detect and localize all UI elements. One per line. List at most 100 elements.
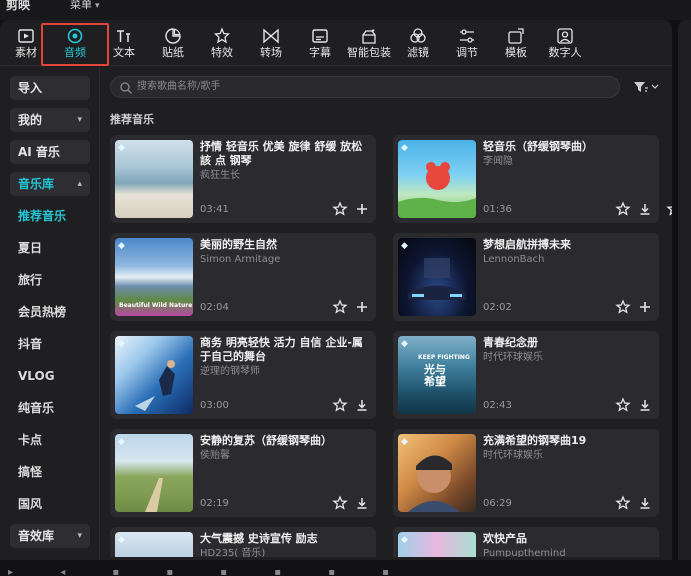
sort-filter-button[interactable] — [632, 78, 660, 96]
cover-image: ◆ — [115, 532, 193, 557]
tab-template[interactable]: 模板 — [494, 24, 538, 64]
song-duration: 02:04 — [200, 302, 229, 313]
tab-label: 特效 — [211, 46, 233, 59]
highlight-frame — [41, 23, 109, 66]
song-artist: LennonBach — [483, 254, 545, 265]
download-icon — [640, 400, 650, 411]
sidebar-item-travel[interactable]: 旅行 — [18, 272, 42, 288]
tab-effects[interactable]: 特效 — [200, 24, 244, 64]
ai-music-label: AI 音乐 — [18, 145, 60, 159]
download-button[interactable] — [637, 397, 653, 413]
mine-dropdown[interactable]: 我的 ▾ — [10, 108, 90, 132]
add-button[interactable] — [637, 299, 653, 315]
sidebar-item-guofeng[interactable]: 国风 — [18, 496, 42, 512]
illustration — [135, 360, 175, 411]
music-card[interactable]: ◆ 安静的复苏（舒缓钢琴曲） 侯贻馨 02:19 — [110, 429, 376, 517]
effects-icon — [200, 24, 244, 46]
tab-adjust[interactable]: 调节 — [445, 24, 489, 64]
music-card[interactable]: ◆ KEEP FIGHTING 光与希望 青春纪念册 时代环球娱乐 02:43 — [393, 331, 659, 419]
tab-label: 数字人 — [548, 46, 582, 59]
sidebar-item-summer[interactable]: 夏日 — [18, 240, 42, 256]
music-card[interactable]: ◆ Beautiful Wild Nature 美丽的野生自然 Simon Ar… — [110, 233, 376, 321]
favorite-button[interactable] — [332, 299, 348, 315]
digital-human-icon — [543, 24, 587, 46]
menu-label: 菜单 — [70, 0, 92, 11]
menu-button[interactable]: 菜单 ▾ — [70, 0, 100, 11]
music-card[interactable]: ◆ 大气震撼 史诗宣传 励志 HD235( 音乐) — [110, 527, 376, 557]
music-card[interactable]: ◆ 抒情 轻音乐 优美 旋律 舒缓 放松 該 点 钢琴 疯狂生长 03:41 — [110, 135, 376, 223]
music-card[interactable]: ◆ 梦想启航拼搏未来 LennonBach 02:02 — [393, 233, 659, 321]
edge-favorite-button[interactable] — [666, 201, 672, 219]
add-button[interactable] — [354, 201, 370, 217]
audio-sidebar: 导入 我的 ▾ AI 音乐 音乐库 ▴ 推荐音乐 夏日 旅行 会员热榜 抖音 VLO… — [0, 67, 100, 560]
import-label: 导入 — [18, 81, 43, 95]
song-artist: 时代环球娱乐 — [483, 450, 543, 461]
cover-image: ◆ — [398, 434, 476, 512]
download-button[interactable] — [637, 201, 653, 217]
sidebar-item-funny[interactable]: 搞怪 — [18, 464, 42, 480]
tab-smart-package[interactable]: 智能包装 — [347, 24, 391, 64]
favorite-button[interactable] — [615, 299, 631, 315]
song-artist: 逆理的钢琴师 — [200, 366, 260, 377]
download-button[interactable] — [637, 495, 653, 511]
favorite-button[interactable] — [615, 397, 631, 413]
sidebar-item-recommended[interactable]: 推荐音乐 — [18, 208, 66, 224]
favorite-button[interactable] — [615, 201, 631, 217]
music-library-dropdown[interactable]: 音乐库 ▴ — [10, 172, 90, 196]
song-artist: 时代环球娱乐 — [483, 352, 543, 363]
sfx-library-dropdown[interactable]: 音效库 ▾ — [10, 524, 90, 548]
diamond-icon: ◆ — [118, 241, 125, 251]
cover-image: ◆ — [398, 238, 476, 316]
song-artist: Pumpupthemind — [483, 548, 566, 557]
sidebar-item-douyin[interactable]: 抖音 — [18, 336, 42, 352]
import-button[interactable]: 导入 — [10, 76, 90, 100]
transition-icon — [249, 24, 293, 46]
tab-digital-human[interactable]: 数字人 — [543, 24, 587, 64]
sidebar-item-vip-hot[interactable]: 会员热榜 — [18, 304, 66, 320]
adjacent-panel-edge — [678, 20, 691, 560]
music-card[interactable]: ◆ 商务 明亮轻快 活力 自信 企业-属于自己的舞台 逆理的钢琴师 03:00 — [110, 331, 376, 419]
tab-label: 转场 — [260, 46, 282, 59]
cover-image: ◆ — [398, 140, 476, 218]
tab-sticker[interactable]: 贴纸 — [151, 24, 195, 64]
tab-subtitle[interactable]: 字幕 — [298, 24, 342, 64]
sidebar-item-pure-music[interactable]: 纯音乐 — [18, 400, 54, 416]
cover-image: ◆ — [115, 434, 193, 512]
song-artist: HD235( 音乐) — [200, 548, 266, 557]
sidebar-item-vlog[interactable]: VLOG — [18, 368, 55, 384]
tab-label: 文本 — [113, 46, 135, 59]
song-title: 欢快产品 — [483, 532, 527, 545]
music-card[interactable]: ◆ 充满希望的钢琴曲19 时代环球娱乐 06:29 — [393, 429, 659, 517]
cover-image: ◆ — [115, 336, 193, 414]
app-window: 剪映 菜单 ▾ 素材 音频 文本 贴纸 特效 转场 字幕 智能包装 滤镜 调节 … — [0, 0, 691, 576]
music-card[interactable]: ◆ 轻音乐（舒缓钢琴曲） 李闻隐 01:36 — [393, 135, 659, 223]
song-title: 大气震撼 史诗宣传 励志 — [200, 532, 318, 545]
chevron-down-icon: ▾ — [77, 531, 82, 541]
search-placeholder: 搜索歌曲名称/歌手 — [137, 81, 221, 92]
favorite-button[interactable] — [332, 495, 348, 511]
chevron-down-icon: ▾ — [77, 115, 82, 125]
music-card[interactable]: ◆ 欢快产品 Pumpupthemind — [393, 527, 659, 557]
search-icon — [119, 80, 133, 94]
filter-icon — [396, 24, 440, 46]
tab-text[interactable]: 文本 — [102, 24, 146, 64]
download-button[interactable] — [354, 397, 370, 413]
download-icon — [357, 498, 367, 509]
sidebar-item-beat-sync[interactable]: 卡点 — [18, 432, 42, 448]
favorite-button[interactable] — [332, 397, 348, 413]
add-button[interactable] — [354, 299, 370, 315]
tab-transition[interactable]: 转场 — [249, 24, 293, 64]
download-button[interactable] — [354, 495, 370, 511]
music-library-label: 音乐库 — [18, 177, 55, 191]
star-icon — [666, 206, 672, 216]
song-title: 梦想启航拼搏未来 — [483, 238, 571, 251]
category-toolbar: 素材 音频 文本 贴纸 特效 转场 字幕 智能包装 滤镜 调节 模板 数字人 — [0, 20, 672, 66]
song-title: 轻音乐（舒缓钢琴曲） — [483, 140, 593, 153]
illustration — [145, 478, 163, 512]
favorite-button[interactable] — [332, 201, 348, 217]
ai-music-button[interactable]: AI 音乐 — [10, 140, 90, 164]
favorite-button[interactable] — [615, 495, 631, 511]
tab-filter[interactable]: 滤镜 — [396, 24, 440, 64]
search-input[interactable]: 搜索歌曲名称/歌手 — [110, 76, 620, 98]
song-title: 抒情 轻音乐 优美 旋律 舒缓 放松 該 点 钢琴 — [200, 140, 363, 167]
